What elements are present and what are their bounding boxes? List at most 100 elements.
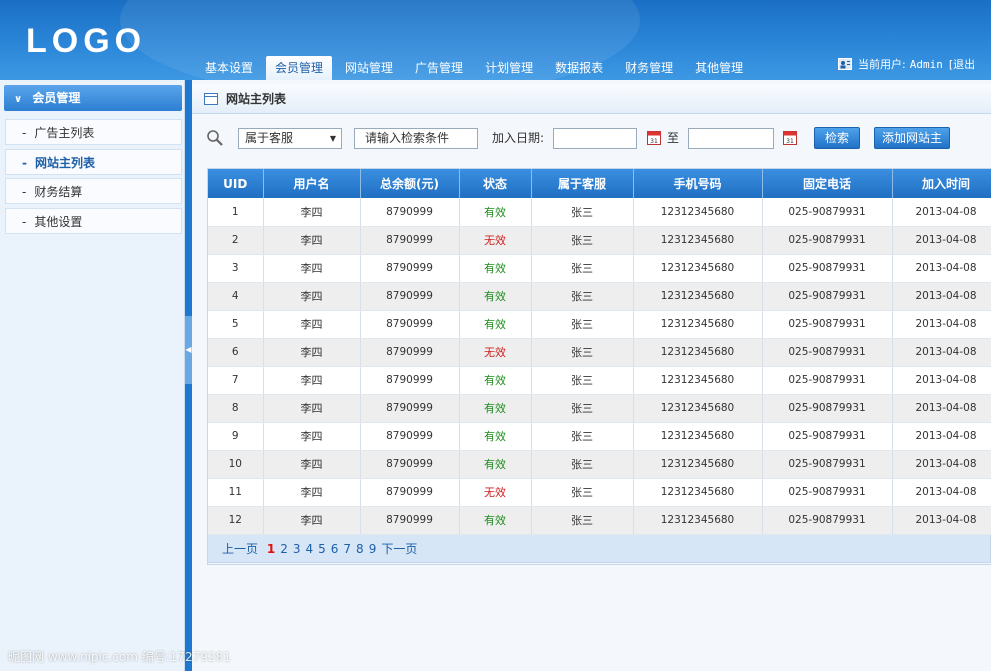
table-row[interactable]: 1 李四 8790999 有效 张三 12312345680 025-90879931 201… [208,198,991,227]
mobile-cell: 12312345680 [633,198,763,227]
prev-page-link[interactable]: 上一页 [222,542,258,556]
status-cell: 无效 [459,478,532,507]
column-header: 手机号码 [633,169,763,198]
username-cell: 李四 [263,254,361,283]
username-cell: 李四 [263,450,361,479]
status-cell: 有效 [459,366,532,395]
page-link[interactable]: 1 [267,542,275,556]
page-link[interactable]: 2 [280,542,288,556]
next-page-link[interactable]: 下一页 [381,542,417,556]
balance-cell: 8790999 [360,226,460,255]
svg-text:31: 31 [786,138,794,145]
search-button[interactable]: 检索 [814,127,860,149]
nav-tab-website-management[interactable]: 网站管理 [336,56,402,80]
join-date-cell: 2013-04-08 [892,282,991,311]
column-header: 用户名 [263,169,361,198]
window-icon [204,93,218,105]
page-link[interactable]: 3 [293,542,301,556]
nav-tab-data-reports[interactable]: 数据报表 [546,56,612,80]
table-row[interactable]: 2 李四 8790999 无效 张三 12312345680 025-90879931 201… [208,226,991,255]
service-cell: 张三 [531,506,634,535]
pagination: 上一页 1 2 3 4 5 6 7 8 9 下一页 [207,535,991,563]
balance-cell: 8790999 [360,506,460,535]
table-row[interactable]: 6 李四 8790999 无效 张三 12312345680 025-90879931 201… [208,338,991,367]
table-row[interactable]: 9 李四 8790999 有效 张三 12312345680 025-90879931 201… [208,422,991,451]
service-cell: 张三 [531,226,634,255]
balance-cell: 8790999 [360,338,460,367]
sidebar-item-financial-settlement[interactable]: - 财务结算 [5,178,182,204]
table-row[interactable]: 4 李四 8790999 有效 张三 12312345680 025-90879931 201… [208,282,991,311]
column-header: 总余额(元) [360,169,460,198]
mobile-cell: 12312345680 [633,254,763,283]
phone-cell: 025-90879931 [762,338,893,367]
join-date-cell: 2013-04-08 [892,394,991,423]
table-row[interactable]: 3 李四 8790999 有效 张三 12312345680 025-90879931 201… [208,254,991,283]
balance-cell: 8790999 [360,450,460,479]
table-row[interactable]: 10 李四 8790999 有效 张三 12312345680 025-90879931 20… [208,450,991,479]
bullet-dash: - [22,185,27,199]
webmaster-table-container: UID 用户名 总余额(元) 状态 属于客服 手机号码 固定电话 加入时间 1 李四 879099… [207,168,991,565]
username-cell: 李四 [263,338,361,367]
username-cell: 李四 [263,366,361,395]
sidebar-item-label: 网站主列表 [34,156,95,170]
sidebar-item-other-settings[interactable]: - 其他设置 [5,208,182,234]
balance-cell: 8790999 [360,282,460,311]
nav-tab-member-management[interactable]: 会员管理 [266,56,333,80]
service-cell: 张三 [531,422,634,451]
search-input[interactable]: 请输入检索条件 [354,128,478,149]
page-link[interactable]: 9 [369,542,377,556]
chevron-down-icon: ∨ [14,94,23,105]
join-date-cell: 2013-04-08 [892,310,991,339]
logout-link[interactable]: [退出 [949,56,975,72]
uid-cell: 5 [208,310,264,339]
start-date-input[interactable] [553,128,637,149]
service-select[interactable]: 属于客服 ▼ [238,128,342,149]
status-cell: 有效 [459,198,532,227]
table-row[interactable]: 12 李四 8790999 有效 张三 12312345680 025-90879931 20… [208,506,991,535]
calendar-icon[interactable]: 31 [647,130,661,145]
bullet-dash: - [22,126,27,140]
mobile-cell: 12312345680 [633,394,763,423]
join-date-cell: 2013-04-08 [892,198,991,227]
page-link[interactable]: 4 [305,542,313,556]
sidebar-item-label: 其他设置 [34,215,83,229]
nav-tab-other-management[interactable]: 其他管理 [686,56,752,80]
table-row[interactable]: 11 李四 8790999 无效 张三 12312345680 025-90879931 20… [208,478,991,507]
add-webmaster-button[interactable]: 添加网站主 [874,127,950,149]
table-row[interactable]: 5 李四 8790999 有效 张三 12312345680 025-90879931 201… [208,310,991,339]
calendar-icon[interactable]: 31 [783,130,797,145]
service-select-value: 属于客服 [245,131,294,145]
date-to-label: 至 [667,131,680,145]
page-link[interactable]: 5 [318,542,326,556]
uid-cell: 3 [208,254,264,283]
end-date-input[interactable] [688,128,774,149]
sidebar-item-webmaster-list[interactable]: - 网站主列表 [5,149,182,175]
phone-cell: 025-90879931 [762,478,893,507]
join-date-cell: 2013-04-08 [892,422,991,451]
sidebar-collapse-handle[interactable]: ◀ [185,316,192,384]
nav-tab-ad-management[interactable]: 广告管理 [406,56,472,80]
mobile-cell: 12312345680 [633,282,763,311]
nav-tab-finance-management[interactable]: 财务管理 [616,56,682,80]
service-cell: 张三 [531,254,634,283]
balance-cell: 8790999 [360,394,460,423]
top-header: LOGO 基本设置 会员管理 网站管理 广告管理 计划管理 数据报表 财务管理 … [0,0,991,80]
sidebar-section-header[interactable]: ∨ 会员管理 [4,85,182,111]
service-cell: 张三 [531,310,634,339]
uid-cell: 9 [208,422,264,451]
sidebar-item-advertiser-list[interactable]: - 广告主列表 [5,119,182,145]
sidebar-item-label: 广告主列表 [34,126,95,140]
uid-cell: 4 [208,282,264,311]
username-cell: 李四 [263,478,361,507]
page-link[interactable]: 6 [331,542,339,556]
table-row[interactable]: 8 李四 8790999 有效 张三 12312345680 025-90879931 201… [208,394,991,423]
balance-cell: 8790999 [360,310,460,339]
nav-tab-plan-management[interactable]: 计划管理 [476,56,542,80]
nav-tab-basic-settings[interactable]: 基本设置 [196,56,262,80]
page-link[interactable]: 8 [356,542,364,556]
table-row[interactable]: 7 李四 8790999 有效 张三 12312345680 025-90879931 201… [208,366,991,395]
phone-cell: 025-90879931 [762,506,893,535]
column-header: UID [208,169,264,198]
username-cell: 李四 [263,422,361,451]
page-link[interactable]: 7 [343,542,351,556]
